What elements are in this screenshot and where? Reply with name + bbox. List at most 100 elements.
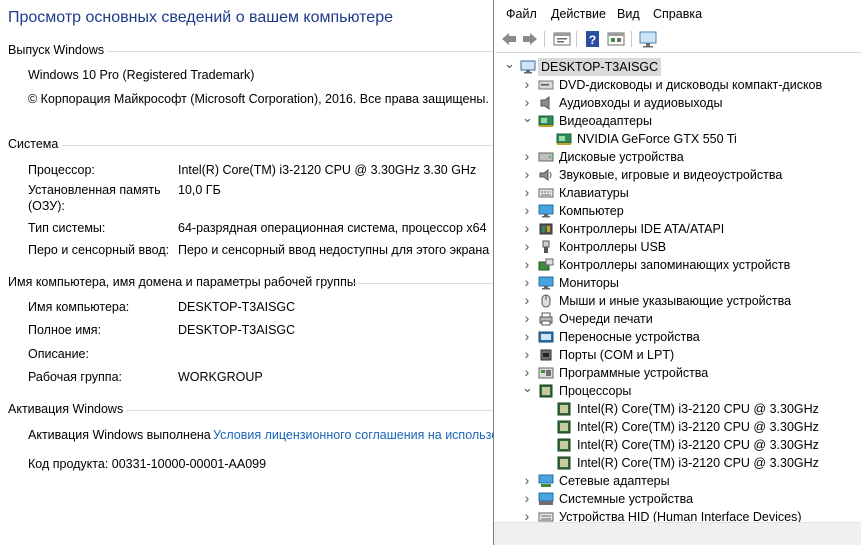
- tree-device[interactable]: Intel(R) Core(TM) i3-2120 CPU @ 3.30GHz: [496, 454, 861, 472]
- tree-category[interactable]: › DVD-дисководы и дисководы компакт-диско…: [496, 76, 861, 94]
- tree-item-label: Процессоры: [559, 384, 632, 398]
- tree-category[interactable]: ⌄ Процессоры: [496, 381, 861, 400]
- tree-category[interactable]: › Порты (COM и LPT): [496, 346, 861, 364]
- tree-category[interactable]: › Системные устройства: [496, 490, 861, 508]
- port-icon: [538, 348, 554, 362]
- license-terms-link[interactable]: Условия лицензионного соглашения на испо…: [213, 428, 500, 442]
- expand-chevron-icon[interactable]: ›: [522, 292, 532, 310]
- tree-item-label: Видеоадаптеры: [559, 114, 652, 128]
- menu-help[interactable]: Справка: [653, 7, 702, 21]
- monitor-icon[interactable]: [638, 30, 658, 48]
- toolbar-separator: [576, 31, 577, 47]
- tree-device[interactable]: Intel(R) Core(TM) i3-2120 CPU @ 3.30GHz: [496, 418, 861, 436]
- menu-bar: Файл Действие Вид Справка: [494, 0, 861, 27]
- tree-item-label: Дисковые устройства: [559, 150, 684, 164]
- view-icon[interactable]: [606, 30, 626, 48]
- tree-category[interactable]: › Переносные устройства: [496, 328, 861, 346]
- help-icon[interactable]: ?: [583, 30, 603, 48]
- expand-chevron-icon[interactable]: ›: [522, 202, 532, 220]
- expand-chevron-icon[interactable]: ›: [522, 490, 532, 508]
- expand-chevron-icon[interactable]: ›: [522, 220, 532, 238]
- system-section-title: Система: [8, 137, 59, 151]
- tree-category[interactable]: › Мониторы: [496, 274, 861, 292]
- tree-category[interactable]: › Компьютер: [496, 202, 861, 220]
- system-type-value: 64-разрядная операционная система, проце…: [178, 221, 487, 235]
- processor-icon: [538, 384, 554, 398]
- expand-chevron-icon[interactable]: ›: [522, 166, 532, 184]
- workgroup-value: WORKGROUP: [178, 370, 263, 384]
- full-name-label: Полное имя:: [28, 323, 102, 337]
- tree-item-label: Переносные устройства: [559, 330, 700, 344]
- expand-chevron-icon[interactable]: ›: [522, 238, 532, 256]
- menu-action[interactable]: Действие: [551, 7, 606, 21]
- menu-view[interactable]: Вид: [617, 7, 640, 21]
- tree-item-label: DESKTOP-T3AISGC: [538, 58, 662, 76]
- display-adapter-icon: [538, 114, 554, 128]
- tree-item-label: Мониторы: [559, 276, 619, 290]
- expand-chevron-icon[interactable]: ›: [522, 472, 532, 490]
- tree-category[interactable]: › Звуковые, игровые и видеоустройства: [496, 166, 861, 184]
- pen-touch-label: Перо и сенсорный ввод:: [28, 243, 170, 257]
- system-icon: [538, 492, 554, 506]
- tree-category[interactable]: › Контроллеры USB: [496, 238, 861, 256]
- device-tree: ⌄ DESKTOP-T3AISGC › DVD-дисководы и дисково…: [496, 52, 861, 545]
- tree-category[interactable]: › Дисковые устройства: [496, 148, 861, 166]
- expand-chevron-icon[interactable]: ›: [522, 148, 532, 166]
- tree-device[interactable]: Intel(R) Core(TM) i3-2120 CPU @ 3.30GHz: [496, 400, 861, 418]
- tree-root[interactable]: ⌄ DESKTOP-T3AISGC: [496, 57, 861, 76]
- collapse-chevron-icon[interactable]: ⌄: [504, 57, 515, 76]
- keyboard-icon: [538, 186, 554, 200]
- sound-icon: [538, 168, 554, 182]
- software-icon: [538, 366, 554, 380]
- display-adapter-icon: [556, 132, 572, 146]
- tree-device[interactable]: NVIDIA GeForce GTX 550 Ti: [496, 130, 861, 148]
- tree-item-label: Сетевые адаптеры: [559, 474, 670, 488]
- expand-chevron-icon[interactable]: ›: [522, 184, 532, 202]
- tree-item-label: Аудиовходы и аудиовыходы: [559, 96, 723, 110]
- tree-item-label: Клавиатуры: [559, 186, 629, 200]
- expand-chevron-icon[interactable]: ›: [522, 310, 532, 328]
- tree-category[interactable]: › Мыши и иные указывающие устройства: [496, 292, 861, 310]
- toolbar-separator: [631, 31, 632, 47]
- expand-chevron-icon[interactable]: ›: [522, 256, 532, 274]
- tree-category[interactable]: › Аудиовходы и аудиовыходы: [496, 94, 861, 112]
- tree-category[interactable]: ⌄ Видеоадаптеры: [496, 111, 861, 130]
- edition-section-title: Выпуск Windows: [8, 43, 105, 57]
- pen-touch-value: Перо и сенсорный ввод недоступны для это…: [178, 243, 490, 257]
- ide-icon: [538, 222, 554, 236]
- expand-chevron-icon[interactable]: ›: [522, 76, 532, 94]
- menu-file[interactable]: Файл: [506, 7, 537, 21]
- tree-category[interactable]: › Контроллеры IDE ATA/ATAPI: [496, 220, 861, 238]
- full-name-value: DESKTOP-T3AISGC: [178, 323, 296, 337]
- memory-value: 10,0 ГБ: [178, 183, 221, 197]
- forward-arrow-icon[interactable]: [520, 30, 540, 48]
- expand-chevron-icon[interactable]: ›: [522, 328, 532, 346]
- tree-device[interactable]: Intel(R) Core(TM) i3-2120 CPU @ 3.30GHz: [496, 436, 861, 454]
- tree-category[interactable]: › Сетевые адаптеры: [496, 472, 861, 490]
- tree-item-label: NVIDIA GeForce GTX 550 Ti: [577, 132, 737, 146]
- tree-category[interactable]: › Программные устройства: [496, 364, 861, 382]
- activation-status: Активация Windows выполнена: [28, 428, 211, 442]
- processor-value: Intel(R) Core(TM) i3-2120 CPU @ 3.30GHz …: [178, 163, 477, 177]
- expand-chevron-icon[interactable]: ›: [522, 346, 532, 364]
- collapse-chevron-icon[interactable]: ⌄: [522, 111, 533, 130]
- computer-name-label: Имя компьютера:: [28, 300, 130, 314]
- tree-item-label: Порты (COM и LPT): [559, 348, 675, 362]
- tree-category[interactable]: › Клавиатуры: [496, 184, 861, 202]
- collapse-chevron-icon[interactable]: ⌄: [522, 381, 533, 400]
- tree-category[interactable]: › Очереди печати: [496, 310, 861, 328]
- memory-label: Установленная память (ОЗУ):: [28, 183, 161, 213]
- expand-chevron-icon[interactable]: ›: [522, 274, 532, 292]
- tree-item-label: Контроллеры USB: [559, 240, 667, 254]
- tree-item-label: Intel(R) Core(TM) i3-2120 CPU @ 3.30GHz: [577, 420, 819, 434]
- tree-item-label: Мыши и иные указывающие устройства: [559, 294, 792, 308]
- tree-item-label: Компьютер: [559, 204, 624, 218]
- properties-icon[interactable]: [552, 30, 572, 48]
- tree-item-label: Intel(R) Core(TM) i3-2120 CPU @ 3.30GHz: [577, 438, 819, 452]
- computer-name-value: DESKTOP-T3AISGC: [178, 300, 296, 314]
- horizontal-scrollbar[interactable]: [494, 522, 861, 545]
- back-arrow-icon[interactable]: [499, 30, 519, 48]
- tree-item-label: Звуковые, игровые и видеоустройства: [559, 168, 783, 182]
- tree-category[interactable]: › Контроллеры запоминающих устройств: [496, 256, 861, 274]
- toolbar: ?: [494, 27, 861, 51]
